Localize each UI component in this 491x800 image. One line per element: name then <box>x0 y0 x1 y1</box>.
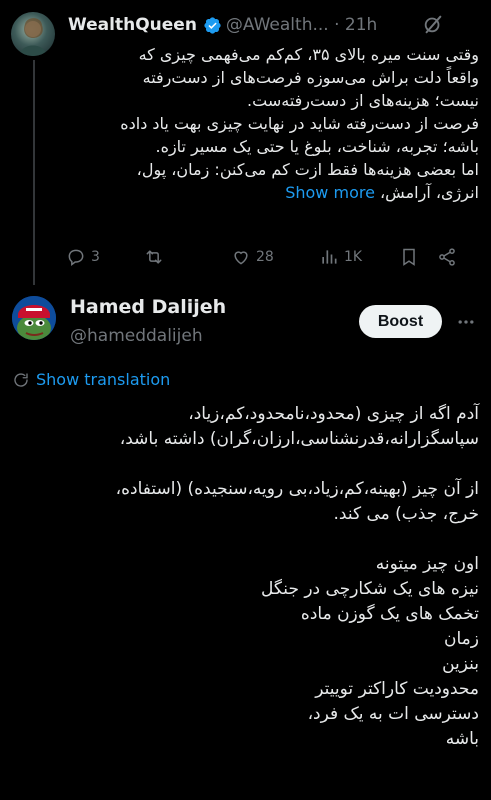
pepe-avatar-icon <box>12 296 56 340</box>
tweet-line: فرصت از دست‌رفته شاید در نهایت چیزی بهت … <box>120 114 479 133</box>
tweet-line: باشه؛ تجربه، شناخت، بلوغ یا حتی یک مسیر … <box>155 137 479 156</box>
avatar[interactable] <box>11 12 55 56</box>
heart-icon <box>234 251 248 265</box>
reply-author-name[interactable]: Hamed Dalijeh <box>70 296 226 318</box>
share-button[interactable] <box>437 247 457 267</box>
author-name[interactable]: WealthQueen <box>68 15 197 35</box>
more-options-icon[interactable] <box>456 312 476 332</box>
tweet-line: واقعاً دلت براش می‌سوزه فرصت‌های از دست‌… <box>142 68 479 87</box>
tweet-line-last: انرژی، آرامش، Show more <box>68 181 479 204</box>
tweet-line: وقتی سنت میره بالای ۳۵، کم‌کم می‌فهمی چی… <box>138 45 479 64</box>
tweet-actions: 3 28 1K <box>66 244 478 270</box>
reply-line: زمان <box>444 629 479 649</box>
boost-button[interactable]: Boost <box>359 305 442 338</box>
show-translation-link[interactable]: Show translation <box>12 370 170 389</box>
reply-line: از آن چیز (بهینه،کم،زیاد،بی رویه،سنجیده)… <box>115 479 479 499</box>
reply-blank-line <box>9 527 479 552</box>
dot-separator: · <box>328 15 345 35</box>
views-count: 1K <box>344 249 363 265</box>
reply-avatar[interactable] <box>12 296 56 340</box>
reply-line: دسترسی ات به یک فرد، <box>307 704 479 724</box>
reply-line: باشه <box>445 729 479 749</box>
reply-author-handle[interactable]: @hameddalijeh <box>70 326 203 346</box>
translate-globe-icon <box>14 372 28 387</box>
retweet-button[interactable] <box>144 247 231 267</box>
verified-badge-icon <box>204 16 221 34</box>
show-translation-label: Show translation <box>36 370 171 389</box>
tweet-line: اما بعضی هزینه‌ها فقط ازت کم می‌کنن: زما… <box>136 160 479 179</box>
tweet-line: انرژی، آرامش، <box>380 183 479 202</box>
reply-line: خرج، جذب) می کند. <box>333 504 479 524</box>
like-count: 28 <box>256 249 274 265</box>
avatar-image-icon <box>19 18 47 56</box>
reply-line: آدم اگه از چیزی (محدود،نامحدود،کم،زیاد، <box>188 404 479 424</box>
reply-icon <box>68 249 84 266</box>
reply-button[interactable]: 3 <box>66 247 144 267</box>
reply-line: سپاسگزارانه،قدرنشناسی،ارزان،گران) داشته … <box>119 429 479 449</box>
reply-blank-line <box>9 452 479 477</box>
tweet-line: نیست؛ هزینه‌های از دست‌رفته‌ست. <box>247 91 479 110</box>
timestamp[interactable]: 21h <box>345 15 377 35</box>
thread-connector-line <box>33 60 35 285</box>
reply-line: محدودیت کاراکتر توییتر <box>315 679 479 699</box>
reply-line: بنزین <box>442 654 479 674</box>
show-more-link[interactable]: Show more <box>285 183 375 202</box>
reply-line: تخمک های یک گوزن ماده <box>300 604 479 624</box>
bookmark-icon <box>403 248 415 266</box>
retweet-icon <box>146 250 162 264</box>
reply-line: اون چیز میتونه <box>375 554 479 574</box>
views-chart-icon <box>322 250 337 264</box>
share-icon <box>439 248 455 266</box>
like-button[interactable]: 28 <box>231 247 319 267</box>
tweet-text: وقتی سنت میره بالای ۳۵، کم‌کم می‌فهمی چی… <box>68 43 479 204</box>
tweet-header: WealthQueen @AWealth... · 21h <box>68 13 377 37</box>
bookmark-button[interactable] <box>399 247 437 267</box>
author-handle[interactable]: @AWealth... <box>226 15 329 35</box>
reply-count: 3 <box>91 249 100 265</box>
grok-icon[interactable] <box>422 13 444 35</box>
views-button[interactable]: 1K <box>319 247 399 267</box>
reply-line: نیزه های یک شکارچی در جنگل <box>261 579 479 599</box>
reply-text: آدم اگه از چیزی (محدود،نامحدود،کم،زیاد، … <box>9 402 479 752</box>
